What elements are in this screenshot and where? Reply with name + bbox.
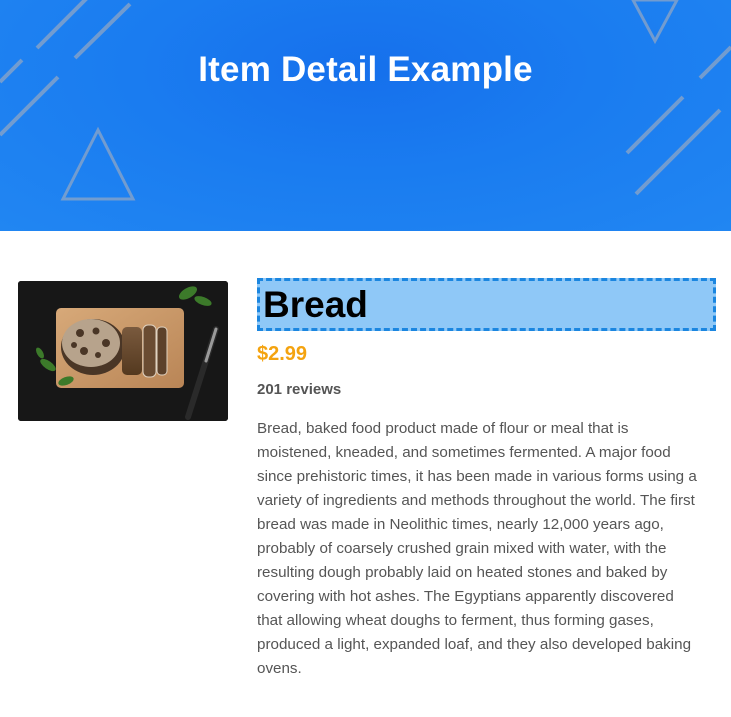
- bread-photo-icon: [18, 281, 228, 421]
- review-count: 201 reviews: [257, 381, 342, 398]
- item-detail: Bread $2.99 201 reviews Bread, baked foo…: [0, 231, 731, 717]
- decorative-lines: [0, 0, 731, 201]
- product-description: Bread, baked food product made of flour …: [257, 420, 697, 677]
- triangle-shape: [60, 126, 136, 201]
- page-title: Item Detail Example: [198, 50, 533, 89]
- triangle-shape: [631, 0, 679, 45]
- selected-name-highlight[interactable]: Bread: [257, 278, 716, 331]
- product-price: $2.99: [257, 343, 308, 365]
- product-image: [18, 281, 228, 421]
- product-details: Bread $2.99 201 reviews Bread, baked foo…: [257, 278, 716, 696]
- hero-banner: Item Detail Example: [0, 0, 731, 231]
- product-name: Bread: [263, 284, 368, 325]
